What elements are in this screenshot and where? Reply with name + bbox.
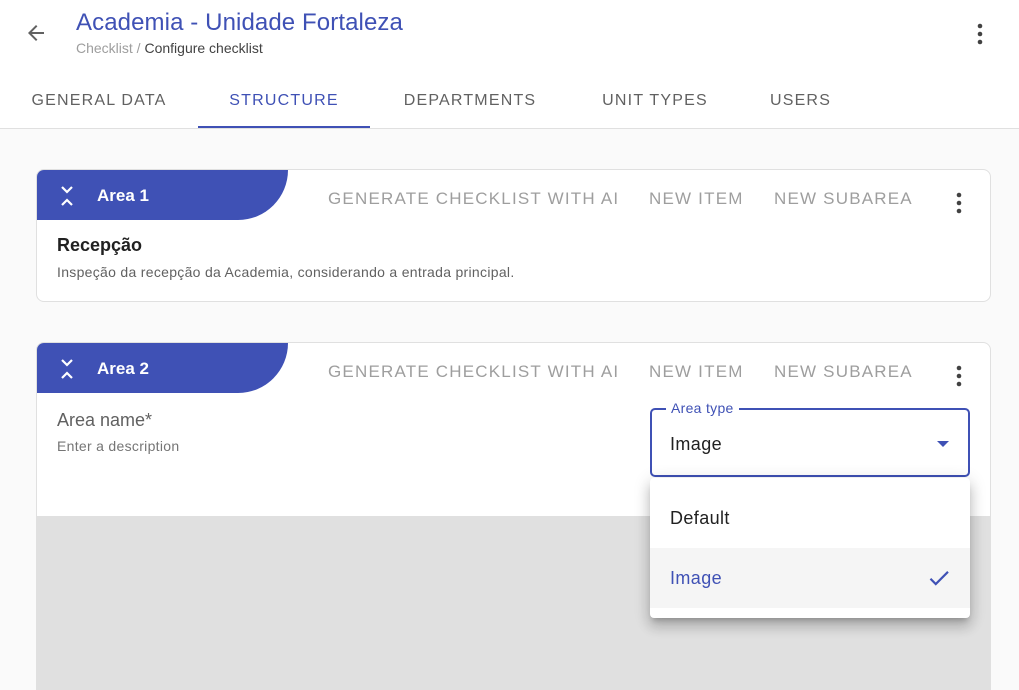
new-subarea-button[interactable]: NEW SUBAREA [774,362,913,382]
app-header: Academia - Unidade Fortaleza Checklist /… [0,0,1019,129]
area-name[interactable]: Recepção [57,235,142,256]
tab-departments[interactable]: DEPARTMENTS [370,72,570,129]
tab-bar: GENERAL DATA STRUCTURE DEPARTMENTS UNIT … [0,72,1019,129]
generate-checklist-ai-button[interactable]: GENERATE CHECKLIST WITH AI [328,362,619,382]
area-description-field[interactable]: Enter a description [57,438,179,454]
header-menu-button[interactable] [966,18,994,50]
arrow-left-icon [28,25,44,41]
new-item-button[interactable]: NEW ITEM [649,189,744,209]
new-subarea-button[interactable]: NEW SUBAREA [774,189,913,209]
breadcrumb: Checklist / Configure checklist [76,40,263,56]
generate-checklist-ai-button[interactable]: GENERATE CHECKLIST WITH AI [328,189,619,209]
more-vert-icon [956,365,962,387]
breadcrumb-parent[interactable]: Checklist [76,40,133,56]
area-badge-label: Area 2 [97,359,149,378]
tab-unit-types[interactable]: UNIT TYPES [570,72,740,129]
new-item-button[interactable]: NEW ITEM [649,362,744,382]
collapse-icon[interactable] [59,358,75,380]
collapse-icon[interactable] [59,185,75,207]
option-image[interactable]: Image [650,548,970,608]
caret-down-icon [937,441,949,447]
more-vert-icon [956,192,962,214]
area-badge: Area 2 [37,343,288,393]
area-type-select[interactable]: Area type Image [650,400,970,477]
area-type-label: Area type [666,400,739,416]
area-menu-button[interactable] [945,187,973,219]
tab-structure[interactable]: STRUCTURE [198,72,370,129]
area-badge-label: Area 1 [97,186,149,205]
area-actions: GENERATE CHECKLIST WITH AI NEW ITEM NEW … [327,170,990,230]
active-tab-indicator [198,126,370,128]
option-label: Image [670,568,723,588]
breadcrumb-current: Configure checklist [144,40,263,56]
option-default[interactable]: Default [650,488,970,548]
tab-users[interactable]: USERS [740,72,861,129]
area-card-1: Area 1 GENERATE CHECKLIST WITH AI NEW IT… [36,169,991,302]
more-vert-icon [977,23,983,45]
back-button[interactable] [20,17,52,49]
option-label: Default [670,508,730,528]
breadcrumb-separator: / [132,40,145,56]
tab-general-data[interactable]: GENERAL DATA [0,72,198,129]
area-actions: GENERATE CHECKLIST WITH AI NEW ITEM NEW … [327,343,990,403]
area-badge: Area 1 [37,170,288,220]
area-description[interactable]: Inspeção da recepção da Academia, consid… [57,264,515,280]
area-name-field[interactable]: Area name* [57,410,152,431]
area-type-value: Image [670,434,723,454]
page-title: Academia - Unidade Fortaleza [76,9,403,36]
check-icon [929,571,949,586]
area-type-dropdown: Default Image [650,478,970,618]
area-menu-button[interactable] [945,360,973,392]
